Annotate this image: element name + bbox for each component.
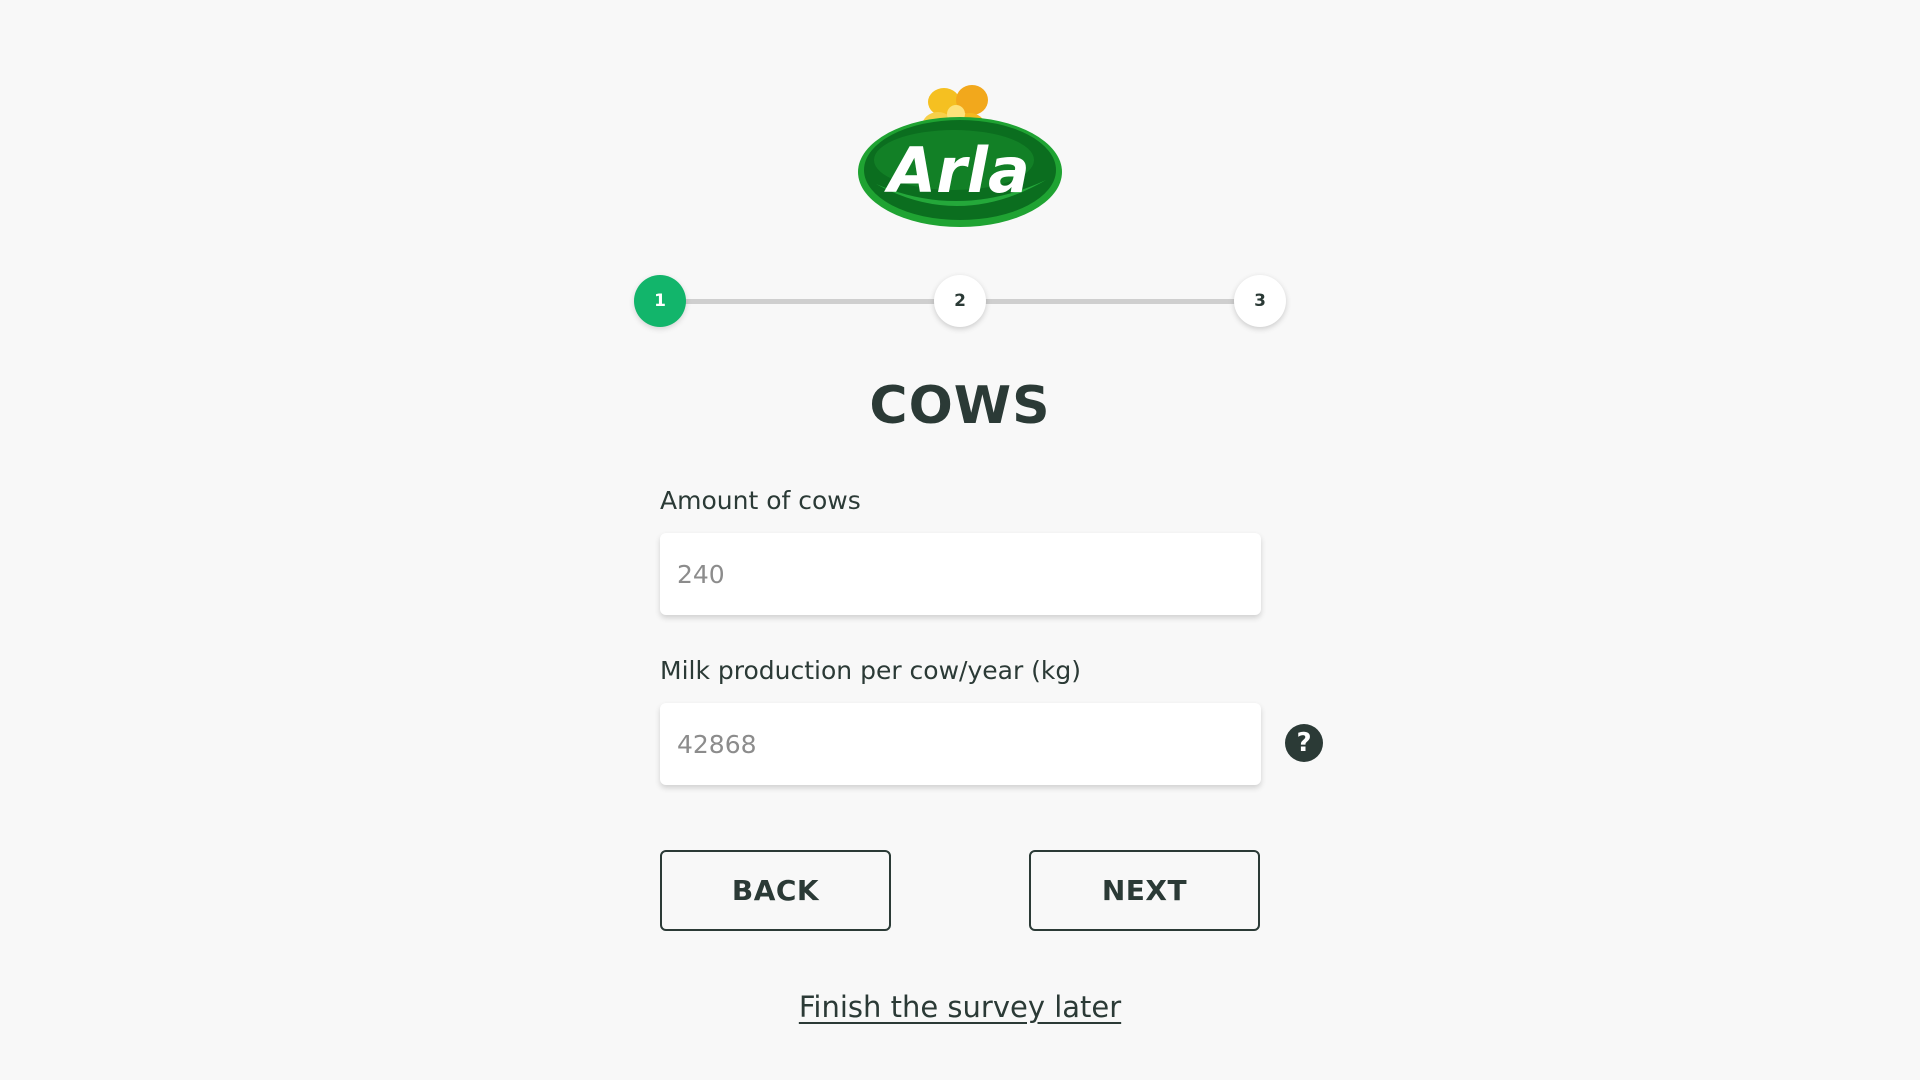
question-icon[interactable]: ?	[1285, 724, 1323, 762]
next-button[interactable]: NEXT	[1029, 850, 1260, 931]
back-button[interactable]: BACK	[660, 850, 891, 931]
survey-page: Arla 1 2 3 COWS Amount of cows Milk prod…	[0, 0, 1920, 1080]
step-label: 2	[954, 291, 966, 311]
step-label: 3	[1254, 291, 1266, 311]
progress-stepper: 1 2 3	[634, 275, 1286, 327]
milk-field-label: Milk production per cow/year (kg)	[660, 656, 1082, 685]
milk-production-input[interactable]	[660, 703, 1261, 785]
step-connector	[660, 299, 960, 304]
step-1: 1	[634, 275, 686, 327]
question-glyph: ?	[1296, 728, 1312, 758]
finish-later-link[interactable]: Finish the survey later	[799, 990, 1121, 1024]
page-title: COWS	[869, 376, 1051, 436]
svg-text:Arla: Arla	[883, 134, 1030, 207]
cows-amount-input[interactable]	[660, 533, 1261, 615]
step-label: 1	[654, 291, 666, 311]
step-3: 3	[1234, 275, 1286, 327]
step-connector	[960, 299, 1260, 304]
finish-later-container: Finish the survey later	[0, 990, 1920, 1024]
step-2: 2	[934, 275, 986, 327]
arla-logo: Arla	[856, 80, 1066, 230]
cows-field-label: Amount of cows	[660, 486, 861, 515]
